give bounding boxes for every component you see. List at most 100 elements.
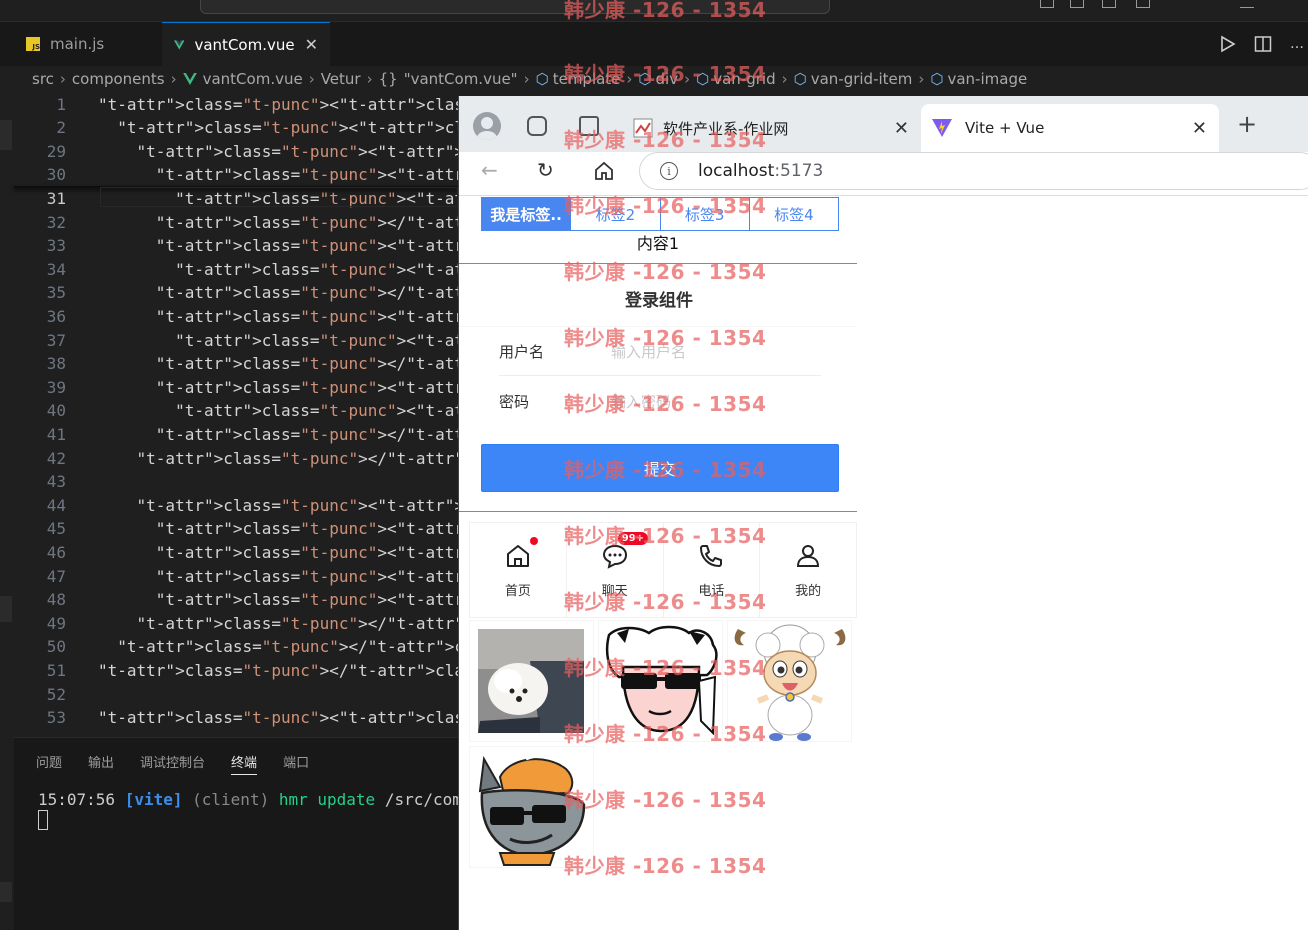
watermark-text: 韩少康 -126 - 1354: [564, 260, 767, 284]
code-line[interactable]: 53 "t-attr">class="t-punc"><"t-attr">clas…: [0, 706, 458, 730]
new-tab-icon[interactable]: +: [1237, 110, 1257, 138]
watermark-text: 韩少康 -126 - 1354: [564, 62, 767, 86]
line-number: 45: [46, 519, 66, 539]
breadcrumb-item[interactable]: src: [32, 70, 54, 88]
tab-ports[interactable]: 端口: [283, 752, 309, 775]
workspaces-icon[interactable]: [527, 116, 547, 136]
address-bar[interactable]: i localhost:5173: [639, 152, 1308, 190]
breadcrumb-item[interactable]: "vantCom.vue": [404, 70, 518, 88]
tab-debug-console[interactable]: 调试控制台: [140, 752, 205, 775]
element-icon: ⬡: [793, 70, 807, 88]
code-line[interactable]: 44 "t-attr">class="t-punc"><"t-attr">cla…: [0, 493, 458, 517]
tabbar-item-home[interactable]: 首页: [470, 523, 567, 617]
tab-problems[interactable]: 问题: [36, 752, 62, 775]
code-line[interactable]: 34 "t-attr">class="t-punc"><"t-attr">cla…: [0, 257, 458, 281]
code-editor[interactable]: 1 "t-attr">class="t-punc"><"t-attr">class…: [0, 92, 458, 737]
back-icon[interactable]: ←: [481, 158, 498, 182]
panel-toggle-icon[interactable]: [1070, 0, 1084, 8]
code-line[interactable]: 29 "t-attr">class="t-punc"><"t-attr">cla…: [0, 139, 458, 163]
line-number: 41: [46, 424, 66, 444]
breadcrumb-item[interactable]: {}: [379, 70, 398, 88]
watermark-text: 韩少康 -126 - 1354: [564, 524, 767, 548]
code-line[interactable]: 47 "t-attr">class="t-punc"><"t-attr">cla…: [0, 564, 458, 588]
tab-output[interactable]: 输出: [88, 752, 114, 775]
run-icon[interactable]: [1220, 35, 1236, 53]
tab-vantcom-vue[interactable]: vantCom.vue ✕: [162, 22, 330, 66]
code-text: "t-attr">class="t-punc"></"t-attr">class…: [155, 212, 458, 232]
code-line[interactable]: 1 "t-attr">class="t-punc"><"t-attr">class…: [0, 92, 458, 116]
home-icon: [506, 544, 529, 567]
breadcrumb-item[interactable]: Vetur: [321, 70, 361, 88]
line-number: 38: [46, 354, 66, 374]
panel-bottom-icon[interactable]: [1102, 0, 1116, 8]
watermark-text: 韩少康 -126 - 1354: [564, 128, 767, 152]
profile-avatar-icon[interactable]: [473, 112, 501, 140]
line-number: 50: [46, 637, 66, 657]
activity-indicator: [0, 120, 12, 150]
breadcrumb-item[interactable]: van-image: [947, 70, 1027, 88]
breadcrumb-item[interactable]: components: [72, 70, 165, 88]
code-line[interactable]: 48 "t-attr">class="t-punc"><"t-attr">cla…: [0, 588, 458, 612]
code-line[interactable]: 43: [0, 470, 458, 494]
minimize-icon[interactable]: [1240, 0, 1254, 8]
code-line[interactable]: 42 "t-attr">class="t-punc"></"t-attr">cl…: [0, 446, 458, 470]
line-number: 51: [46, 660, 66, 680]
line-number: 32: [46, 212, 66, 232]
code-line[interactable]: 41 "t-attr">class="t-punc"></"t-attr">cl…: [0, 422, 458, 446]
code-line[interactable]: 2 "t-attr">class="t-punc"><"t-attr">clas…: [0, 116, 458, 140]
layout-icon[interactable]: [1040, 0, 1054, 8]
sidebar-right-icon[interactable]: [1136, 0, 1150, 8]
watermark-text: 韩少康 -126 - 1354: [564, 392, 767, 416]
site-info-icon[interactable]: i: [660, 162, 678, 180]
element-icon: ⬡: [930, 70, 944, 88]
line-number: 53: [46, 708, 66, 728]
address-host: localhost: [698, 161, 775, 181]
breadcrumb-item[interactable]: van-grid-item: [811, 70, 913, 88]
code-line[interactable]: 33 "t-attr">class="t-punc"><"t-attr">cla…: [0, 234, 458, 258]
watermark-text: 韩少康 -126 - 1354: [564, 854, 767, 878]
split-editor-icon[interactable]: [1254, 35, 1272, 53]
code-line[interactable]: 40 "t-attr">class="t-punc"><"t-attr">cla…: [0, 399, 458, 423]
line-number: 34: [46, 259, 66, 279]
tab-main-js[interactable]: JS main.js: [14, 22, 162, 66]
line-number: 52: [46, 684, 66, 704]
tab-terminal[interactable]: 终端: [231, 752, 258, 775]
vue-file-icon: [174, 39, 185, 50]
code-text: "t-attr">class="t-punc"><"t-attr">class=…: [155, 306, 458, 326]
code-line[interactable]: 51 "t-attr">class="t-punc"></"t-attr">cla…: [0, 658, 458, 682]
code-line[interactable]: 32 "t-attr">class="t-punc"></"t-attr">cl…: [0, 210, 458, 234]
code-line[interactable]: 52: [0, 682, 458, 706]
breadcrumb-item[interactable]: vantCom.vue: [203, 70, 303, 88]
activity-indicator: [0, 882, 12, 902]
code-text: "t-attr">class="t-punc"><"t-attr">class=…: [175, 401, 458, 421]
code-text: "t-attr">class="t-punc"></"t-attr">class…: [98, 660, 458, 680]
code-line[interactable]: 35 "t-attr">class="t-punc"></"t-attr">cl…: [0, 281, 458, 305]
terminal-output: 15:07:56 [vite] (client) hmr update /src…: [38, 790, 491, 809]
close-tab-icon[interactable]: ✕: [894, 118, 909, 139]
tabbar-item-mine[interactable]: 我的: [760, 523, 856, 617]
line-number: 35: [46, 283, 66, 303]
code-line[interactable]: 49 "t-attr">class="t-punc"></"t-attr">cl…: [0, 611, 458, 635]
code-line[interactable]: 36 "t-attr">class="t-punc"><"t-attr">cla…: [0, 304, 458, 328]
tab-label-1[interactable]: 我是标签..: [482, 198, 572, 230]
watermark-text: 韩少康 -126 - 1354: [564, 194, 767, 218]
code-text: "t-attr">class="t-punc"><"t-attr">class=…: [155, 165, 458, 185]
code-line[interactable]: 50 "t-attr">class="t-punc"></"t-attr">cl…: [0, 635, 458, 659]
browser-tab-vite-vue[interactable]: Vite + Vue ✕: [921, 104, 1219, 152]
code-line[interactable]: 46 "t-attr">class="t-punc"><"t-attr">cla…: [0, 540, 458, 564]
user-icon: [797, 544, 820, 567]
code-line[interactable]: 45 "t-attr">class="t-punc"><"t-attr">cla…: [0, 517, 458, 541]
more-actions-icon[interactable]: …: [1290, 36, 1304, 52]
code-line[interactable]: 38 "t-attr">class="t-punc"></"t-attr">cl…: [0, 352, 458, 376]
code-line[interactable]: 37 "t-attr">class="t-punc"><"t-attr">cla…: [0, 328, 458, 352]
tabbar-label: 我的: [795, 583, 822, 599]
close-tab-icon[interactable]: ✕: [1192, 118, 1207, 139]
watermark-text: 韩少康 -126 - 1354: [564, 656, 767, 680]
notification-dot: [530, 537, 538, 545]
home-button-icon[interactable]: [593, 160, 615, 182]
close-icon[interactable]: ✕: [305, 35, 318, 54]
reload-icon[interactable]: ↻: [537, 158, 554, 182]
code-line[interactable]: 30 "t-attr">class="t-punc"><"t-attr">cla…: [0, 163, 458, 187]
code-text: "t-attr">class="t-punc"><"t-attr">class=…: [155, 542, 458, 562]
code-line[interactable]: 39 "t-attr">class="t-punc"><"t-attr">cla…: [0, 375, 458, 399]
